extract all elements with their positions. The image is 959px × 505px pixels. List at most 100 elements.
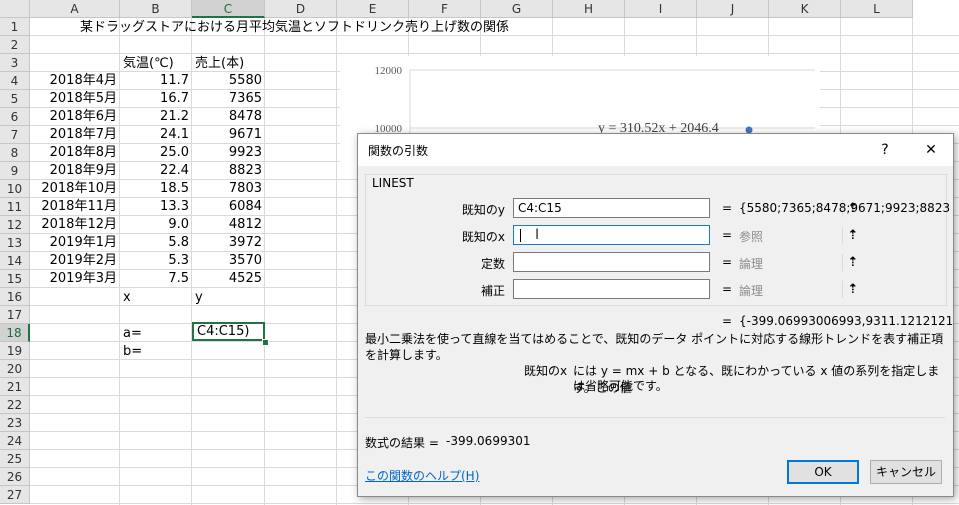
column-header-b[interactable]: B	[120, 0, 192, 18]
row-header-17[interactable]: 17	[0, 306, 30, 324]
column-header-e[interactable]: E	[337, 0, 409, 18]
row-header-10[interactable]: 10	[0, 180, 30, 198]
row-header-26[interactable]: 26	[0, 468, 30, 486]
row-header-25[interactable]: 25	[0, 450, 30, 468]
row-header-16[interactable]: 16	[0, 288, 30, 306]
cell-month[interactable]: 2018年6月	[30, 108, 117, 126]
row-header-27[interactable]: 27	[0, 486, 30, 504]
cell-month[interactable]: 2018年12月	[30, 216, 117, 234]
cell-temperature[interactable]: 9.0	[120, 216, 189, 234]
row-header-5[interactable]: 5	[0, 90, 30, 108]
cancel-button[interactable]: キャンセル	[870, 460, 942, 484]
cell-sales[interactable]: 4812	[192, 216, 262, 234]
row-header-18[interactable]: 18	[0, 324, 30, 342]
row-header-15[interactable]: 15	[0, 270, 30, 288]
cell-temperature[interactable]: 16.7	[120, 90, 189, 108]
cell-sales[interactable]: 6084	[192, 198, 262, 216]
row-header-7[interactable]: 7	[0, 126, 30, 144]
cell-temperature[interactable]: 11.7	[120, 72, 189, 90]
header-temperature[interactable]: 気温(℃)	[123, 55, 174, 73]
arg-input[interactable]: I ⇡	[513, 225, 858, 245]
select-all-corner[interactable]	[0, 0, 30, 18]
cell-month[interactable]: 2019年1月	[30, 234, 117, 252]
column-header-d[interactable]: D	[265, 0, 337, 18]
row-header-14[interactable]: 14	[0, 252, 30, 270]
collapse-dialog-icon[interactable]: ⇡	[842, 227, 863, 244]
arg-input[interactable]: C4:C15 ⇡	[513, 198, 858, 218]
row-header-2[interactable]: 2	[0, 36, 30, 54]
arg-input[interactable]: ⇡	[513, 279, 858, 299]
cell-sales[interactable]: 9671	[192, 126, 262, 144]
row-header-19[interactable]: 19	[0, 342, 30, 360]
cell-temperature[interactable]: 5.8	[120, 234, 189, 252]
cell-sales[interactable]: 8823	[192, 162, 262, 180]
arg-label: 定数	[480, 257, 505, 271]
cell-temperature[interactable]: 22.4	[120, 162, 189, 180]
function-help-link[interactable]: この関数のヘルプ(H)	[365, 467, 479, 484]
fill-handle[interactable]	[262, 339, 269, 346]
row-header-6[interactable]: 6	[0, 108, 30, 126]
collapse-dialog-icon[interactable]: ⇡	[842, 281, 863, 298]
collapse-dialog-icon[interactable]: ⇡	[842, 254, 863, 271]
function-arguments-dialog[interactable]: 関数の引数 ? ✕ LINEST 既知のy C4:C15 ⇡ = {5580;7365;…	[357, 133, 954, 497]
cell-sales[interactable]: 4525	[192, 270, 262, 288]
cell-temperature[interactable]: 25.0	[120, 144, 189, 162]
label-y[interactable]: y	[195, 289, 203, 307]
cell-month[interactable]: 2018年10月	[30, 180, 117, 198]
row-header-1[interactable]: 1	[0, 18, 30, 36]
cell-month[interactable]: 2018年11月	[30, 198, 117, 216]
row-header-21[interactable]: 21	[0, 378, 30, 396]
cell-month[interactable]: 2018年8月	[30, 144, 117, 162]
cell-temperature[interactable]: 7.5	[120, 270, 189, 288]
column-header-h[interactable]: H	[553, 0, 625, 18]
row-header-12[interactable]: 12	[0, 216, 30, 234]
row-header-22[interactable]: 22	[0, 396, 30, 414]
label-a[interactable]: a=	[123, 325, 142, 343]
cell-sales[interactable]: 7365	[192, 90, 262, 108]
row-header-8[interactable]: 8	[0, 144, 30, 162]
cell-sales[interactable]: 3570	[192, 252, 262, 270]
cell-sales[interactable]: 7803	[192, 180, 262, 198]
column-header-f[interactable]: F	[409, 0, 481, 18]
active-cell-c18[interactable]: C4:C15)	[192, 322, 265, 341]
row-header-13[interactable]: 13	[0, 234, 30, 252]
column-header-i[interactable]: I	[625, 0, 697, 18]
column-header-a[interactable]: A	[30, 0, 120, 18]
column-header-c[interactable]: C	[192, 0, 265, 18]
cell-month[interactable]: 2018年4月	[30, 72, 117, 90]
row-header-9[interactable]: 9	[0, 162, 30, 180]
row-header-11[interactable]: 11	[0, 198, 30, 216]
close-icon[interactable]: ✕	[919, 139, 943, 161]
cell-temperature[interactable]: 13.3	[120, 198, 189, 216]
row-header-4[interactable]: 4	[0, 72, 30, 90]
cell-sales[interactable]: 3972	[192, 234, 262, 252]
cell-temperature[interactable]: 21.2	[120, 108, 189, 126]
cell-sales[interactable]: 5580	[192, 72, 262, 90]
column-header-k[interactable]: K	[769, 0, 841, 18]
row-header-3[interactable]: 3	[0, 54, 30, 72]
column-header-l[interactable]: L	[841, 0, 913, 18]
help-button[interactable]: ?	[873, 139, 897, 161]
column-header-g[interactable]: G	[481, 0, 553, 18]
cell-temperature[interactable]: 24.1	[120, 126, 189, 144]
ok-button[interactable]: OK	[787, 460, 859, 484]
row-header-23[interactable]: 23	[0, 414, 30, 432]
cell-month[interactable]: 2018年5月	[30, 90, 117, 108]
cell-sales[interactable]: 9923	[192, 144, 262, 162]
arg-input[interactable]: ⇡	[513, 252, 858, 272]
label-b[interactable]: b=	[123, 343, 142, 361]
row-header-20[interactable]: 20	[0, 360, 30, 378]
header-sales[interactable]: 売上(本)	[195, 55, 244, 73]
cell-temperature[interactable]: 5.3	[120, 252, 189, 270]
sheet-title[interactable]: 某ドラッグストアにおける月平均気温とソフトドリンク売り上げ数の関係	[80, 19, 509, 37]
cell-month[interactable]: 2019年2月	[30, 252, 117, 270]
label-x[interactable]: x	[123, 289, 131, 307]
column-header-j[interactable]: J	[697, 0, 769, 18]
row-header-24[interactable]: 24	[0, 432, 30, 450]
cell-temperature[interactable]: 18.5	[120, 180, 189, 198]
cell-month[interactable]: 2018年9月	[30, 162, 117, 180]
dialog-titlebar[interactable]: 関数の引数 ? ✕	[358, 134, 953, 166]
cell-sales[interactable]: 8478	[192, 108, 262, 126]
cell-month[interactable]: 2018年7月	[30, 126, 117, 144]
cell-month[interactable]: 2019年3月	[30, 270, 117, 288]
